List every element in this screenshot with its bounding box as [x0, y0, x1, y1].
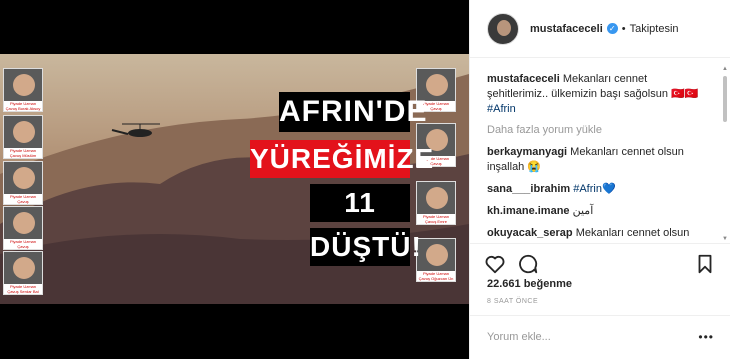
avatar[interactable] [487, 12, 519, 45]
headline-line-4: DÜŞTÜ! [310, 228, 421, 266]
header-username[interactable]: mustafaceceli [530, 23, 603, 35]
soldier-photo: Piyade Uzman Çavuş Burak Aksoy [3, 68, 43, 112]
comment-text: آمين [572, 205, 594, 217]
post-header: mustafaceceli ✓ • Takiptesin [470, 0, 730, 58]
likes-count[interactable]: 22.661 beğenme [487, 278, 572, 290]
action-bar [470, 243, 730, 283]
soldier-photo: Piyade Uzman Çavuş [3, 161, 43, 205]
instagram-post-viewer: Piyade Uzman Çavuş Burak Aksoy Piyade Uz… [0, 0, 730, 359]
follow-status[interactable]: Takiptesin [630, 23, 679, 35]
comment-bubble-icon[interactable] [517, 253, 539, 275]
comments-list: mustafaceceli Mekanları cennet şehitleri… [470, 59, 730, 242]
soldier-photo: Piyade Uzman Çavuş Emre Sarıarslan [416, 181, 456, 225]
post-side-panel: mustafaceceli ✓ • Takiptesin mustafacece… [469, 0, 730, 359]
headline-line-1: AFRIN'DE [279, 92, 426, 132]
heart-icon[interactable] [484, 253, 506, 275]
soldier-photo: Piyade Uzman Çavuş Oğuzcan Ün [416, 238, 456, 282]
post-media-panel: Piyade Uzman Çavuş Burak Aksoy Piyade Uz… [0, 0, 469, 359]
comment-hashtag[interactable]: #Afrin💙 [573, 183, 615, 195]
bookmark-icon[interactable] [694, 253, 716, 275]
comment-item: kh.imane.imane آمين [487, 204, 711, 219]
headline-line-2: YÜREĞİMİZE [250, 140, 433, 178]
comment-item: sana___ibrahim #Afrin💙 [487, 182, 711, 197]
caption-username[interactable]: mustafaceceli [487, 73, 560, 85]
caption: mustafaceceli Mekanları cennet şehitleri… [487, 72, 711, 117]
headline-line-3: 11 KOR [310, 184, 410, 256]
comment-username[interactable]: berkaymanyagi [487, 146, 567, 158]
comment-item: berkaymanyagi Mekanları cennet olsun inş… [487, 145, 711, 175]
add-comment-field[interactable]: Yorum ekle... [470, 315, 730, 359]
comment-username[interactable]: kh.imane.imane [487, 205, 570, 217]
more-options-icon[interactable]: ••• [698, 330, 714, 344]
soldier-photo: Piyade Uzman Çavuş [3, 206, 43, 250]
soldier-photo: Piyade Uzman Çavuş Serdar Bal [3, 251, 43, 295]
caption-hashtag[interactable]: #Afrin [487, 103, 516, 115]
comment-username[interactable]: sana___ibrahim [487, 183, 570, 195]
comment-username[interactable]: okuyacak_serap [487, 227, 573, 239]
load-more-comments[interactable]: Daha fazla yorum yükle [487, 124, 711, 136]
soldier-photo: Piyade Uzman Çavuş Müslüm Salcal [3, 115, 43, 159]
scroll-thumb[interactable] [723, 76, 727, 122]
verified-badge-icon: ✓ [606, 23, 618, 34]
scroll-up-arrow-icon[interactable]: ▲ [722, 66, 728, 72]
scroll-down-arrow-icon[interactable]: ▼ [722, 236, 728, 242]
comments-scrollbar[interactable]: ▲ ▼ [722, 66, 728, 242]
separator-dot: • [621, 22, 626, 35]
comment-item: okuyacak_serap Mekanları cennet olsun iy… [487, 226, 711, 242]
post-timestamp[interactable]: 8 SAAT ÖNCE [487, 298, 538, 305]
